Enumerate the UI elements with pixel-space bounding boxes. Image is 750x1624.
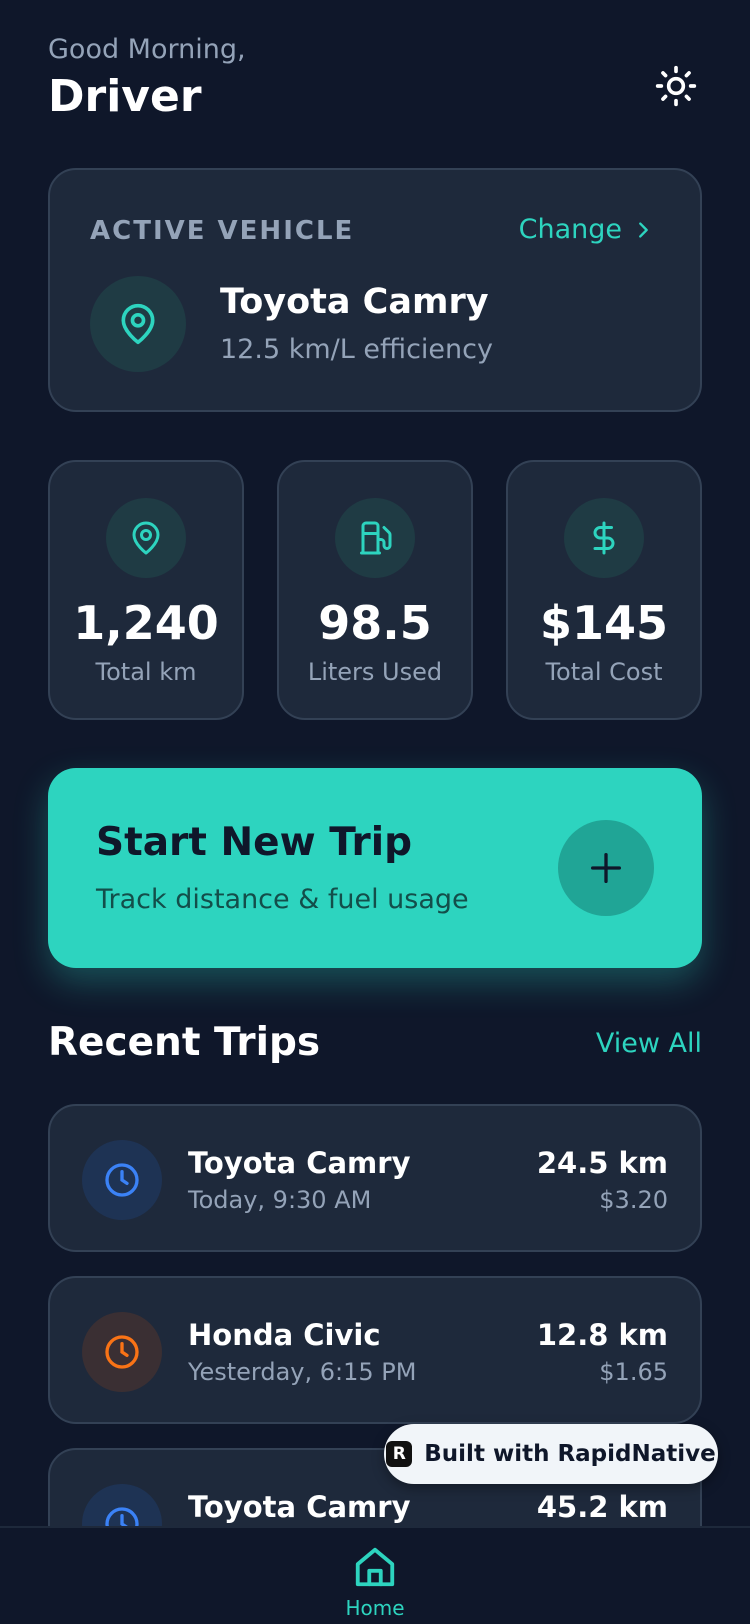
- vehicle-avatar: [90, 276, 186, 372]
- trip-vehicle: Toyota Camry: [188, 1146, 411, 1180]
- dollar-icon: [593, 521, 615, 555]
- trip-list-item[interactable]: Toyota Camry Today, 9:30 AM 24.5 km $3.2…: [48, 1104, 702, 1252]
- stat-icon-circle: [564, 498, 644, 578]
- trip-icon-circle: [82, 1140, 162, 1220]
- start-trip-title: Start New Trip: [96, 820, 413, 865]
- theme-toggle-button[interactable]: [650, 60, 702, 112]
- header: Good Morning, Driver: [48, 34, 702, 134]
- add-trip-button[interactable]: [558, 820, 654, 916]
- trip-list-item[interactable]: Honda Civic Yesterday, 6:15 PM 12.8 km $…: [48, 1276, 702, 1424]
- tab-home[interactable]: Home: [315, 1544, 435, 1620]
- rapidnative-logo-icon: R: [386, 1441, 413, 1467]
- trip-vehicle: Toyota Camry: [188, 1490, 411, 1524]
- plus-icon: [591, 853, 621, 883]
- stat-card-liters-used: 98.5 Liters Used: [277, 460, 473, 720]
- trip-cost: $1.65: [599, 1358, 668, 1386]
- home-icon: [355, 1547, 395, 1587]
- stat-label: Total km: [95, 658, 197, 686]
- badge-text: Built with RapidNative: [424, 1441, 716, 1467]
- vehicle-efficiency: 12.5 km/L efficiency: [220, 334, 493, 365]
- stat-label: Total Cost: [545, 658, 663, 686]
- trip-distance: 45.2 km: [536, 1490, 668, 1524]
- stat-card-total-km: 1,240 Total km: [48, 460, 244, 720]
- stat-icon-circle: [106, 498, 186, 578]
- stat-label: Liters Used: [307, 658, 443, 686]
- user-name: Driver: [48, 71, 202, 122]
- built-with-badge[interactable]: R Built with RapidNative: [384, 1424, 718, 1484]
- start-new-trip-button[interactable]: Start New Trip Track distance & fuel usa…: [48, 768, 702, 968]
- vehicle-name: Toyota Camry: [220, 282, 489, 322]
- trip-distance: 12.8 km: [536, 1318, 668, 1352]
- clock-icon: [105, 1163, 139, 1197]
- fuel-icon: [360, 521, 392, 555]
- chevron-right-icon: [639, 221, 648, 238]
- map-pin-icon: [121, 303, 155, 345]
- trip-icon-circle: [82, 1312, 162, 1392]
- stat-value: $145: [539, 596, 669, 650]
- start-trip-subtitle: Track distance & fuel usage: [96, 884, 469, 915]
- clock-icon: [105, 1335, 139, 1369]
- active-vehicle-card: ACTIVE VEHICLE Change Toyota Camry 12.5 …: [48, 168, 702, 412]
- sun-icon: [655, 65, 697, 107]
- stat-value: 1,240: [73, 596, 219, 650]
- stat-value: 98.5: [318, 596, 432, 650]
- trip-time: Yesterday, 6:15 PM: [188, 1358, 417, 1386]
- view-all-link[interactable]: View All: [596, 1028, 702, 1059]
- greeting-text: Good Morning,: [48, 34, 246, 65]
- change-vehicle-link[interactable]: Change: [519, 214, 654, 245]
- trip-vehicle: Honda Civic: [188, 1318, 381, 1352]
- stat-icon-circle: [335, 498, 415, 578]
- stat-card-total-cost: $145 Total Cost: [506, 460, 702, 720]
- trip-time: Today, 9:30 AM: [188, 1186, 372, 1214]
- bottom-tab-bar: Home: [0, 1526, 750, 1624]
- map-pin-icon: [132, 521, 160, 555]
- trip-cost: $3.20: [599, 1186, 668, 1214]
- change-label: Change: [518, 214, 622, 245]
- tab-home-label: Home: [345, 1596, 405, 1620]
- trip-distance: 24.5 km: [536, 1146, 668, 1180]
- recent-trips-title: Recent Trips: [48, 1020, 321, 1065]
- screen: Good Morning, Driver ACTIVE VEHICLE Chan…: [0, 0, 750, 1624]
- active-vehicle-label: ACTIVE VEHICLE: [90, 216, 355, 246]
